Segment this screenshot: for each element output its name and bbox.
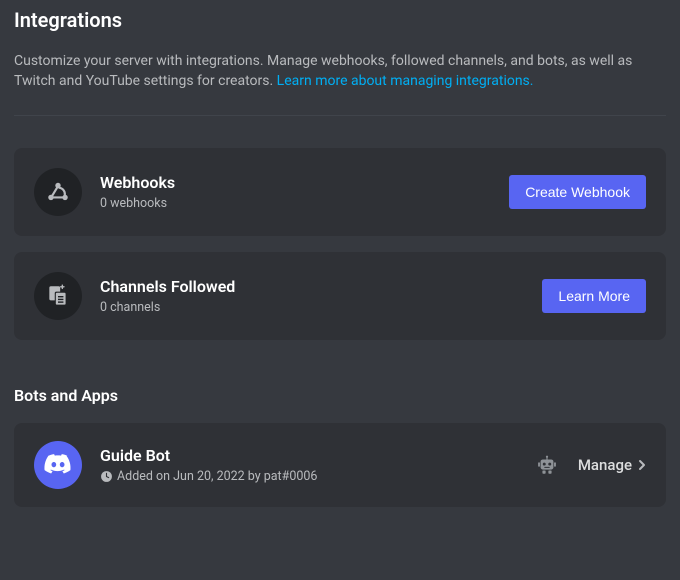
channels-learn-more-button[interactable]: Learn More bbox=[542, 279, 646, 313]
clock-icon bbox=[100, 470, 113, 483]
bot-card: Guide Bot Added on Jun 20, 2022 by pat#0… bbox=[14, 423, 666, 507]
webhooks-title: Webhooks bbox=[100, 173, 509, 192]
integrations-description: Customize your server with integrations.… bbox=[14, 52, 666, 91]
webhook-icon bbox=[34, 168, 82, 216]
bots-apps-section-title: Bots and Apps bbox=[14, 386, 666, 405]
bot-added-text: Added on Jun 20, 2022 by pat#0006 bbox=[117, 469, 317, 484]
divider bbox=[14, 115, 666, 116]
manage-label: Manage bbox=[578, 456, 632, 474]
webhooks-count: 0 webhooks bbox=[100, 196, 509, 211]
page-title: Integrations bbox=[14, 8, 666, 32]
learn-more-link[interactable]: Learn more about managing integrations. bbox=[277, 73, 534, 89]
webhooks-card: Webhooks 0 webhooks Create Webhook bbox=[14, 148, 666, 236]
bot-name: Guide Bot bbox=[100, 446, 536, 465]
bot-avatar bbox=[34, 441, 82, 489]
channels-followed-card: Channels Followed 0 channels Learn More bbox=[14, 252, 666, 340]
manage-bot-button[interactable]: Manage bbox=[578, 456, 646, 474]
channels-count: 0 channels bbox=[100, 300, 542, 315]
chevron-right-icon bbox=[638, 459, 646, 471]
bot-badge-icon bbox=[536, 454, 558, 476]
channels-followed-title: Channels Followed bbox=[100, 277, 542, 296]
create-webhook-button[interactable]: Create Webhook bbox=[509, 175, 646, 209]
channels-followed-icon bbox=[34, 272, 82, 320]
